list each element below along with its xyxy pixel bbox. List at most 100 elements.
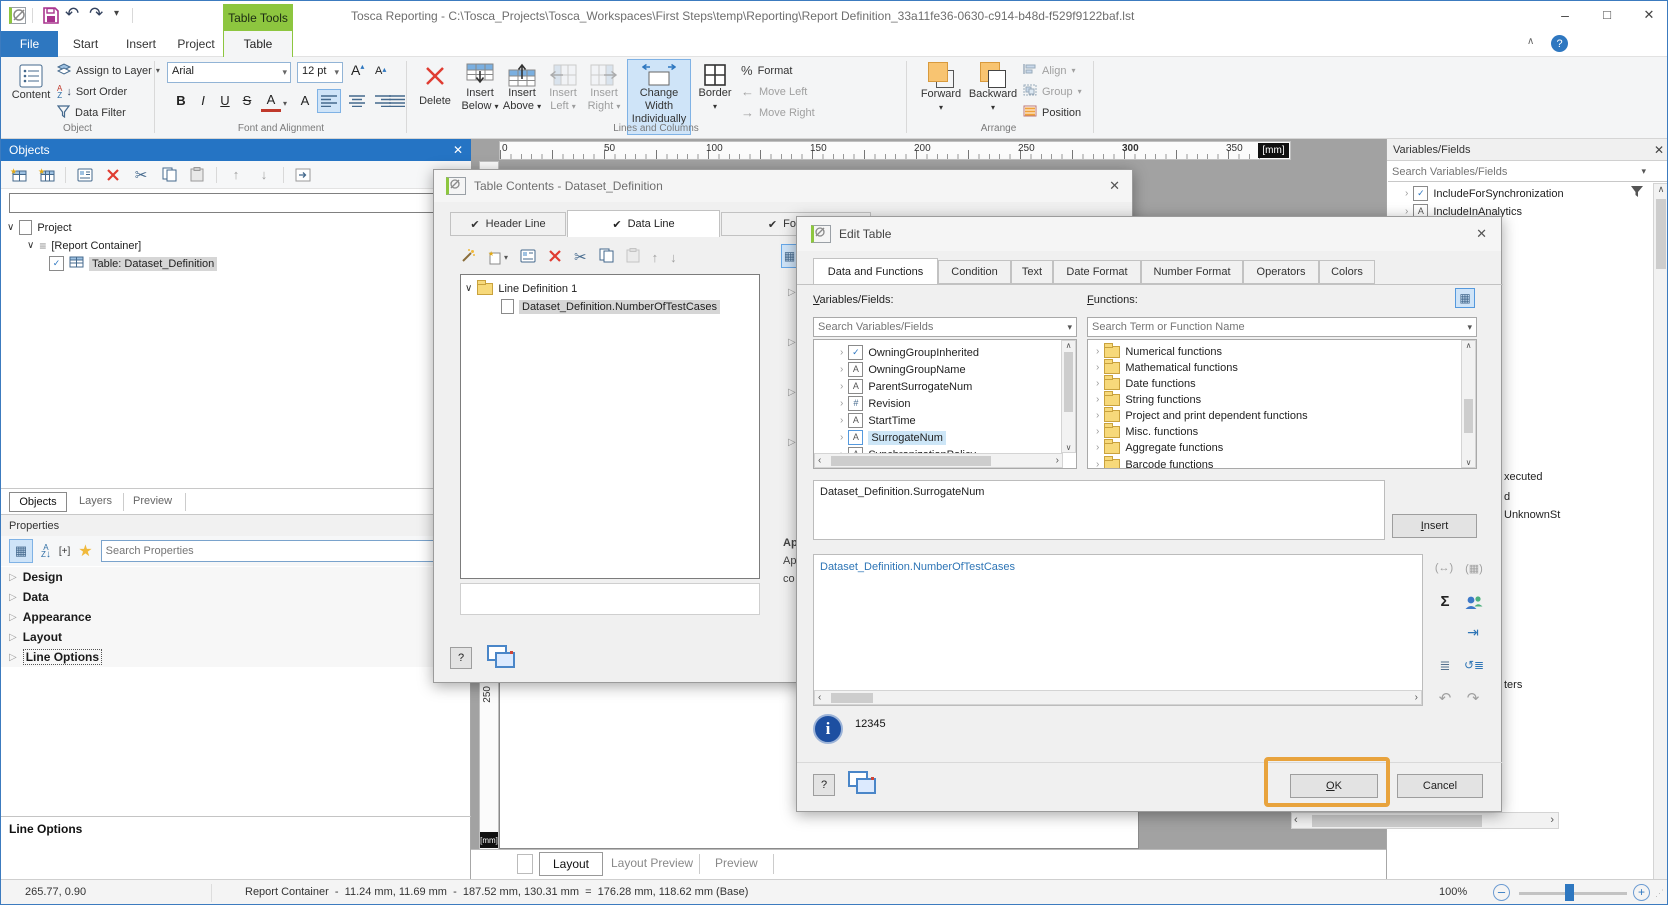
scrollbar-thumb[interactable] bbox=[1312, 815, 1482, 827]
content-button[interactable]: Content bbox=[9, 61, 53, 121]
variables-search-input[interactable] bbox=[814, 318, 1084, 336]
scrollbar-thumb[interactable] bbox=[1464, 399, 1473, 433]
new-table-icon[interactable]: ★ bbox=[9, 166, 27, 184]
font-name-combobox[interactable]: Arial ▾ bbox=[167, 62, 291, 83]
tab-operators[interactable]: Operators bbox=[1243, 260, 1319, 284]
function-folder-row[interactable]: ›Numerical functions bbox=[1096, 343, 1222, 360]
cut-icon[interactable]: ✂ bbox=[132, 166, 150, 184]
minimize-button[interactable]: – bbox=[1547, 1, 1583, 31]
tab-preview-panel[interactable]: Preview bbox=[133, 495, 172, 507]
properties-search-input[interactable] bbox=[102, 541, 462, 561]
collapse-ribbon-icon[interactable]: ∧ bbox=[1527, 36, 1534, 47]
tab-condition[interactable]: Condition bbox=[938, 260, 1011, 284]
scroll-left-icon[interactable]: ‹ bbox=[1294, 814, 1298, 826]
tab-project[interactable]: Project bbox=[169, 31, 223, 57]
font-size-combobox[interactable]: 12 pt ▾ bbox=[297, 62, 343, 83]
tab-table-active[interactable]: Table bbox=[223, 31, 293, 57]
align-button[interactable]: Align ▾ bbox=[1023, 62, 1075, 79]
zoom-out-button[interactable]: – bbox=[1493, 884, 1510, 901]
zoom-in-button[interactable]: + bbox=[1633, 884, 1650, 901]
scrollbar-thumb[interactable] bbox=[831, 693, 873, 703]
tab-start[interactable]: Start bbox=[58, 31, 113, 57]
cut-icon[interactable]: ✂ bbox=[574, 248, 587, 266]
sort-alpha-icon[interactable]: AZ↓ bbox=[41, 544, 51, 558]
sum-icon[interactable]: Σ bbox=[1435, 593, 1455, 613]
move-down-icon[interactable]: ↓ bbox=[255, 166, 273, 184]
copy-icon[interactable] bbox=[160, 166, 178, 184]
expander-icon[interactable]: ▷ bbox=[9, 652, 17, 663]
property-group-line-options[interactable]: ▷Line Options bbox=[1, 647, 471, 667]
dialog-help-button[interactable]: ? bbox=[813, 774, 835, 796]
tab-layout-preview[interactable]: Layout Preview bbox=[611, 856, 693, 870]
undo-expression-icon[interactable]: ↶ bbox=[1435, 689, 1455, 709]
tree-row-number-of-test-cases[interactable]: Dataset_Definition.NumberOfTestCases bbox=[501, 298, 720, 315]
variable-row[interactable]: ›AParentSurrogateNum bbox=[840, 378, 972, 395]
parentheses-width-icon[interactable]: (↔) bbox=[1434, 562, 1454, 582]
help-icon[interactable]: ? bbox=[1551, 35, 1568, 52]
expression-editor[interactable]: Dataset_Definition.NumberOfTestCases ‹ › bbox=[813, 554, 1423, 706]
zoom-slider-thumb[interactable] bbox=[1565, 884, 1574, 901]
expander-icon[interactable]: › bbox=[1096, 459, 1099, 469]
variable-row[interactable]: ›AOwningGroupName bbox=[840, 361, 966, 378]
tree-row-line-definition[interactable]: ∨ Line Definition 1 bbox=[465, 280, 577, 297]
strikethrough-button[interactable]: S bbox=[237, 90, 257, 112]
underline-button[interactable]: U bbox=[215, 90, 235, 112]
combo-arrow-icon[interactable]: ▾ bbox=[1067, 322, 1072, 333]
tab-colors[interactable]: Colors bbox=[1319, 260, 1375, 284]
dialog-close-icon[interactable]: ✕ bbox=[1109, 178, 1120, 194]
expander-icon[interactable]: ∨ bbox=[465, 283, 472, 294]
scrollbar-thumb[interactable] bbox=[1656, 199, 1666, 269]
variable-row-selected[interactable]: ›ASurrogateNum bbox=[840, 429, 946, 446]
italic-button[interactable]: I bbox=[193, 90, 213, 112]
scroll-up-icon[interactable]: ∧ bbox=[1462, 341, 1475, 350]
bold-button[interactable]: B bbox=[171, 90, 191, 112]
tree-row-table-dataset-definition[interactable]: ✓ Table: Dataset_Definition bbox=[49, 255, 217, 272]
tab-layout-active[interactable]: Layout bbox=[539, 852, 603, 876]
list-format-icon[interactable]: ≣ bbox=[1435, 658, 1455, 678]
function-folder-row[interactable]: ›Project and print dependent functions bbox=[1096, 407, 1308, 424]
move-up-icon[interactable]: ↑ bbox=[227, 166, 245, 184]
scroll-right-icon[interactable]: › bbox=[1056, 455, 1059, 466]
function-folder-row[interactable]: ›Date functions bbox=[1096, 375, 1196, 392]
move-left-button[interactable]: ← Move Left bbox=[741, 83, 807, 100]
scroll-right-icon[interactable]: › bbox=[1550, 814, 1554, 826]
wand-icon[interactable] bbox=[460, 248, 476, 267]
expression-h-scrollbar[interactable]: ‹ › bbox=[814, 690, 1422, 705]
scroll-right-icon[interactable]: › bbox=[1415, 692, 1418, 703]
tab-insert[interactable]: Insert bbox=[113, 31, 169, 57]
combo-arrow-icon[interactable]: ▾ bbox=[1641, 166, 1646, 177]
paste-icon[interactable] bbox=[188, 166, 206, 184]
move-up-icon[interactable]: ↑ bbox=[652, 250, 659, 265]
fields-search-input[interactable] bbox=[1388, 162, 1668, 181]
properties-card-icon[interactable] bbox=[76, 166, 94, 184]
filter-funnel-icon[interactable] bbox=[1630, 185, 1644, 201]
function-folder-row[interactable]: ›String functions bbox=[1096, 391, 1201, 408]
expander-icon[interactable]: › bbox=[840, 432, 843, 443]
tab-date-format[interactable]: Date Format bbox=[1053, 260, 1141, 284]
close-button[interactable]: ✕ bbox=[1629, 1, 1668, 31]
expander-icon[interactable]: › bbox=[1405, 188, 1408, 199]
tab-preview[interactable]: Preview bbox=[715, 856, 758, 870]
copy-icon[interactable] bbox=[599, 248, 614, 266]
grow-font-button[interactable]: A▴ bbox=[351, 62, 364, 78]
tab-data-line-active[interactable]: ✔Data Line bbox=[567, 210, 720, 237]
context-tab-table-tools[interactable]: Table Tools bbox=[223, 4, 293, 31]
expander-icon[interactable]: › bbox=[1096, 346, 1099, 357]
variables-list[interactable]: ›✓OwningGroupInherited ›AOwningGroupName… bbox=[813, 339, 1077, 469]
expander-icon[interactable]: › bbox=[840, 381, 843, 392]
format-button[interactable]: % Format bbox=[741, 62, 792, 79]
fields-search-combo[interactable]: ▾ bbox=[1388, 162, 1668, 182]
expander-icon[interactable]: ∨ bbox=[27, 240, 34, 251]
variables-v-scrollbar[interactable]: ∧ ∨ bbox=[1061, 340, 1076, 453]
sort-order-button[interactable]: AZ ↓ Sort Order bbox=[57, 83, 127, 100]
position-button[interactable]: Position bbox=[1023, 104, 1081, 121]
quick-access-dropdown-icon[interactable]: ▾ bbox=[114, 8, 119, 19]
tab-number-format[interactable]: Number Format bbox=[1141, 260, 1243, 284]
split-view-icon[interactable]: ▦ bbox=[1455, 288, 1475, 308]
expander-icon[interactable]: ▷ bbox=[9, 572, 17, 583]
functions-v-scrollbar[interactable]: ∧ ∨ bbox=[1461, 340, 1476, 468]
expander-icon[interactable]: ▷ bbox=[9, 612, 17, 623]
expander-icon[interactable]: ∨ bbox=[7, 222, 14, 233]
people-icon[interactable] bbox=[1464, 594, 1484, 615]
assign-to-layer-button[interactable]: Assign to Layer ▾ bbox=[57, 62, 160, 79]
